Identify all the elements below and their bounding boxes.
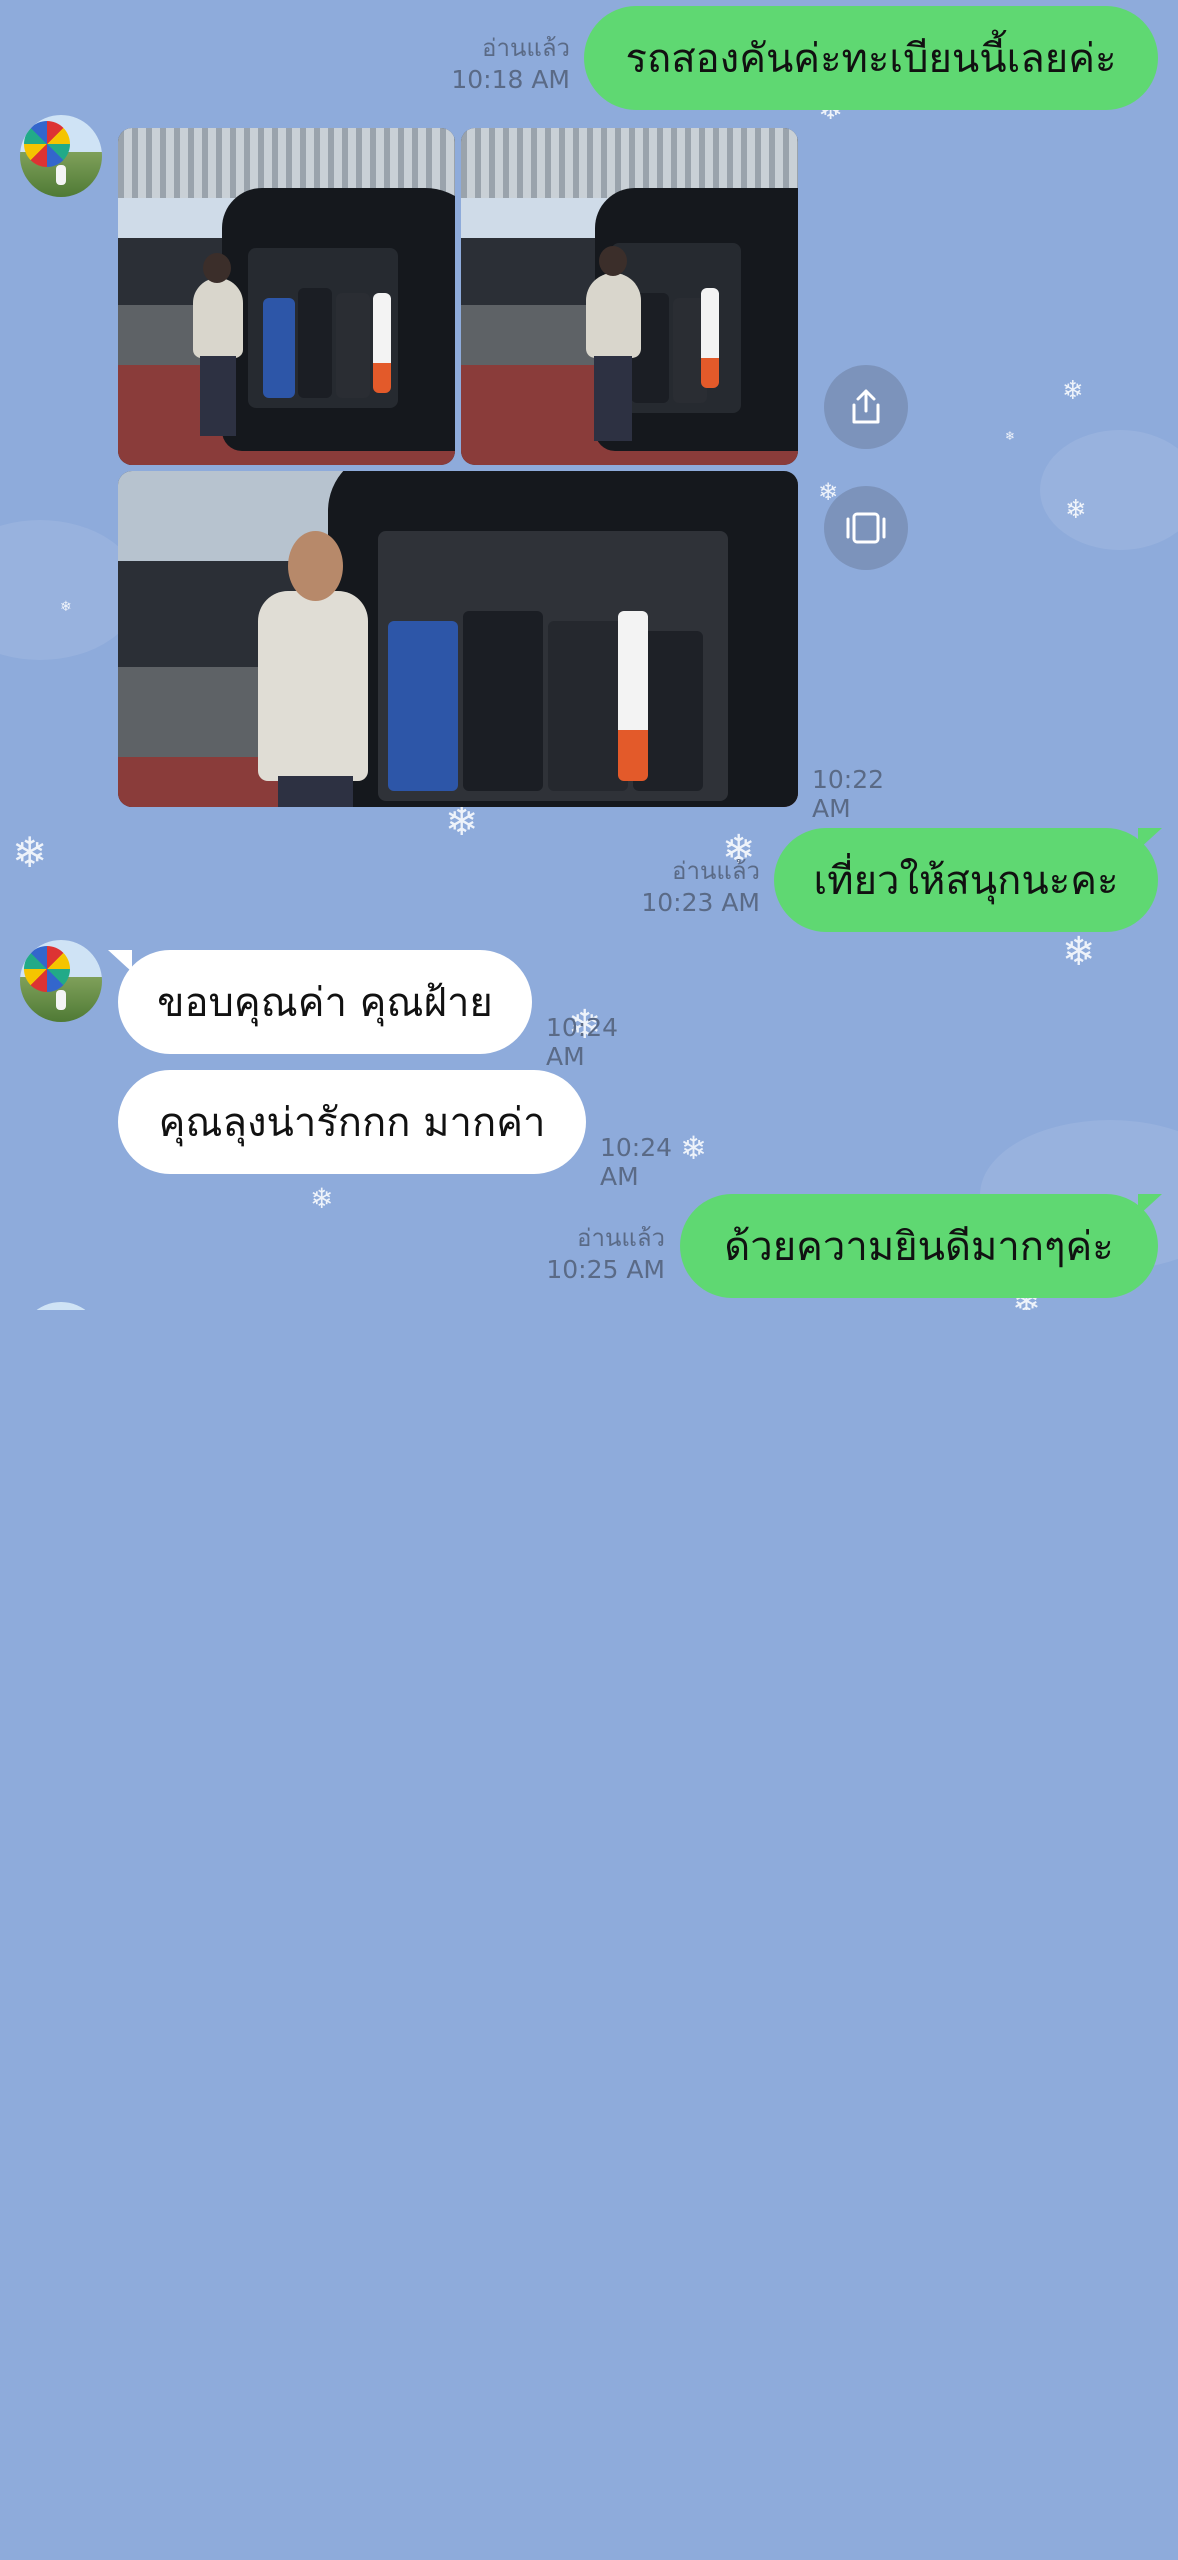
message-bubble[interactable]: รถสองคันค่ะทะเบียนนี้เลยค่ะ (584, 6, 1158, 110)
bubble-tail (1138, 1194, 1162, 1216)
person-picture (56, 165, 66, 185)
timestamp: 10:24 AM (600, 1133, 673, 1191)
photo-thumbnail[interactable] (461, 128, 798, 465)
message-bubble[interactable]: เที่ยวให้สนุกนะคะ (774, 828, 1158, 932)
snowflake-icon: ❄ (12, 828, 48, 877)
collage-view-icon (846, 512, 886, 544)
cloud-decoration (1040, 430, 1178, 550)
timestamp: 10:24 AM (546, 1013, 619, 1071)
snowflake-icon: ❄ (1062, 929, 1096, 975)
photo-thumbnail[interactable] (118, 471, 798, 807)
avatar[interactable] (20, 115, 102, 197)
timestamp: 10:18 AM (451, 65, 570, 94)
snowflake-icon: ❄ (1065, 495, 1087, 525)
share-button[interactable] (824, 365, 908, 449)
snowflake-icon: ❄ (1062, 376, 1084, 406)
message-meta: อ่านแล้ว 10:25 AM (515, 1222, 665, 1286)
snowflake-icon: ❄ (680, 1129, 707, 1167)
message-bubble[interactable]: ขอบคุณค่า คุณฝ้าย (118, 950, 532, 1054)
snowflake-icon: ❄ (310, 1182, 334, 1215)
collage-view-button[interactable] (824, 486, 908, 570)
share-icon (852, 389, 880, 424)
bubble-tail (1138, 828, 1162, 850)
timestamp: 10:22 AM (812, 765, 885, 823)
person-picture (56, 990, 66, 1010)
read-receipt: อ่านแล้ว (577, 1224, 665, 1252)
balloon-picture (24, 121, 70, 167)
snowflake-icon: ❄ (445, 799, 479, 845)
snowflake-icon: ❄ (60, 599, 72, 615)
photo-thumbnail[interactable] (118, 128, 455, 465)
timestamp: 10:25 AM (546, 1255, 665, 1284)
chat-view[interactable]: ❄ ❄ ❄ ❄ ❄ ❄ ❄ ❄ ❄ ❄ ❄ ❄ ❄ ❄ อ่านแล้ว 10:… (0, 0, 1178, 1310)
balloon-picture (24, 946, 70, 992)
timestamp: 10:23 AM (641, 888, 760, 917)
message-bubble[interactable]: ด้วยความยินดีมากๆค่ะ (680, 1194, 1158, 1298)
message-bubble[interactable]: คุณลุงน่ารักกก มากค่า (118, 1070, 586, 1174)
read-receipt: อ่านแล้ว (672, 857, 760, 885)
read-receipt: อ่านแล้ว (482, 34, 570, 62)
snowflake-icon: ❄ (1005, 429, 1016, 443)
avatar[interactable] (20, 1302, 102, 1310)
message-meta: อ่านแล้ว 10:18 AM (420, 32, 570, 96)
avatar[interactable] (20, 940, 102, 1022)
message-meta: อ่านแล้ว 10:23 AM (610, 855, 760, 919)
